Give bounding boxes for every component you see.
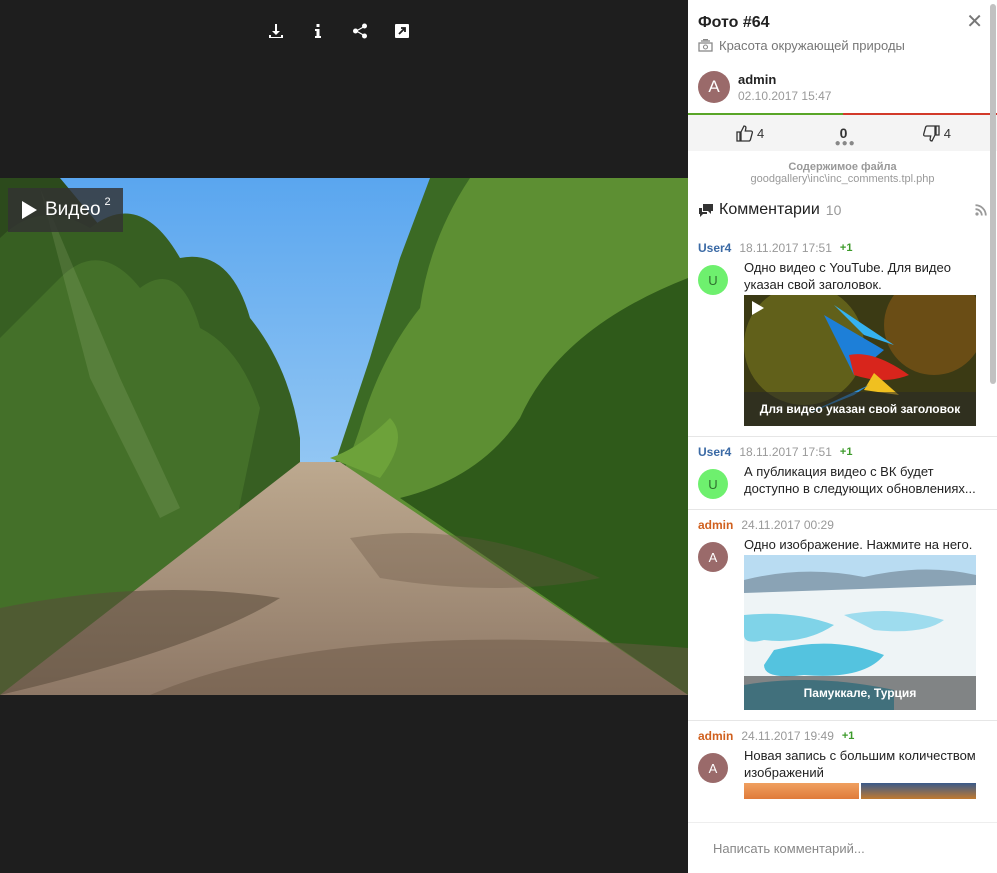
like-button[interactable]: 4: [736, 124, 765, 142]
author-name[interactable]: admin: [738, 72, 831, 87]
comments-header: Комментарии 10: [688, 201, 997, 219]
comment-meta: User4 18.11.2017 17:51 +1: [698, 241, 987, 255]
comment-item: User4 18.11.2017 17:51 +1 U Одно видео с…: [688, 233, 997, 437]
author-block: A admin 02.10.2017 15:47: [698, 71, 987, 103]
comment-author[interactable]: admin: [698, 729, 733, 743]
comment-rating: +1: [841, 730, 855, 742]
download-button[interactable]: [268, 20, 284, 42]
comment-meta: admin 24.11.2017 00:29: [698, 518, 987, 532]
comment-text: А публикация видео с ВК будет доступно в…: [744, 464, 976, 496]
video-badge-count: 2: [104, 196, 111, 208]
avatar[interactable]: A: [698, 542, 728, 572]
comment-author[interactable]: User4: [698, 445, 731, 459]
media-caption: Для видео указан свой заголовок: [744, 392, 976, 426]
avatar[interactable]: A: [698, 71, 730, 103]
comment-text: Одно видео с YouTube. Для видео указан с…: [744, 260, 951, 292]
comment-body: U А публикация видео с ВК будет доступно…: [698, 463, 987, 499]
comment-text: Новая запись с большим количеством изобр…: [744, 748, 976, 780]
comment-date: 18.11.2017 17:51: [739, 445, 832, 459]
photo-title: Фото #64: [698, 14, 770, 31]
file-info: Содержимое файла goodgallery\inc\inc_com…: [688, 161, 997, 185]
comment-input[interactable]: [713, 840, 983, 856]
comment-rating: +1: [839, 242, 853, 254]
photo-viewer-modal: Видео 2 Фото #64 ✕ Красота окружающей пр…: [0, 0, 997, 873]
info-sidebar: Фото #64 ✕ Красота окружающей природы A …: [688, 0, 997, 873]
scrollbar[interactable]: [990, 4, 996, 384]
avatar[interactable]: U: [698, 265, 728, 295]
close-icon: ✕: [966, 11, 983, 33]
comment-body: A Новая запись с большим количеством изо…: [698, 747, 987, 799]
comments-count: 10: [825, 202, 842, 218]
avatar[interactable]: A: [698, 753, 728, 783]
more-icon: ●●●: [834, 138, 856, 149]
comment-author[interactable]: admin: [698, 518, 733, 532]
dislike-button[interactable]: 4: [922, 124, 951, 142]
fullscreen-icon: [395, 24, 409, 38]
comment-date: 24.11.2017 19:49: [741, 729, 834, 743]
media-caption: Памуккале, Турция: [744, 676, 976, 710]
video-badge-label: Видео: [45, 199, 101, 220]
comments-list: User4 18.11.2017 17:51 +1 U Одно видео с…: [688, 233, 997, 809]
comment-date: 24.11.2017 00:29: [741, 518, 834, 532]
like-ratio-bar: [688, 113, 843, 115]
comment-meta: User4 18.11.2017 17:51 +1: [698, 445, 987, 459]
info-button[interactable]: [310, 20, 326, 42]
gallery-thumbnail[interactable]: [744, 783, 859, 799]
comment-image[interactable]: Памуккале, Турция: [744, 555, 976, 710]
video-badge[interactable]: Видео 2: [8, 188, 123, 232]
file-label: Содержимое файла: [788, 161, 897, 173]
rss-icon[interactable]: [975, 204, 987, 216]
album-name: Красота окружающей природы: [719, 38, 905, 53]
likes-count: 4: [757, 125, 765, 141]
votes-panel: 4 0 ●●● 4: [688, 115, 997, 151]
comment-text: Одно изображение. Нажмите на него.: [744, 537, 973, 552]
comment-body: A Одно изображение. Нажмите на него. Пам…: [698, 536, 987, 710]
score-value[interactable]: 0 ●●●: [835, 125, 855, 149]
close-button[interactable]: ✕: [966, 12, 983, 32]
album-icon: [698, 39, 713, 52]
comment-compose: [688, 822, 997, 873]
comment-author[interactable]: User4: [698, 241, 731, 255]
comment-date: 18.11.2017 17:51: [739, 241, 832, 255]
upload-date: 02.10.2017 15:47: [738, 88, 832, 103]
share-button[interactable]: [352, 20, 368, 42]
photo-header: Фото #64 ✕ Красота окружающей природы A …: [688, 0, 997, 103]
fullscreen-button[interactable]: [394, 20, 410, 42]
viewer-toolbar: [268, 20, 410, 42]
comment-rating: +1: [839, 446, 853, 458]
image-gallery: [744, 783, 978, 799]
thumbs-up-icon: [736, 124, 753, 142]
gallery-thumbnail[interactable]: [861, 783, 976, 799]
share-icon: [353, 23, 367, 39]
sidebar-scroll-area[interactable]: Фото #64 ✕ Красота окружающей природы A …: [688, 0, 997, 822]
play-icon: [752, 301, 764, 315]
main-photo: [0, 178, 688, 695]
info-icon: [315, 24, 321, 38]
viewer-area: Видео 2: [0, 0, 688, 873]
comment-item: User4 18.11.2017 17:51 +1 U А публикация…: [688, 437, 997, 510]
comment-item: admin 24.11.2017 19:49 +1 A Новая запись…: [688, 721, 997, 809]
comments-title: Комментарии: [719, 201, 820, 218]
play-icon: [22, 201, 37, 219]
comment-meta: admin 24.11.2017 19:49 +1: [698, 729, 987, 743]
avatar[interactable]: U: [698, 469, 728, 499]
album-link[interactable]: Красота окружающей природы: [698, 38, 987, 53]
comment-body: U Одно видео с YouTube. Для видео указан…: [698, 259, 987, 426]
rating-bar: [688, 113, 997, 115]
dislikes-count: 4: [943, 125, 951, 141]
thumbs-down-icon: [922, 124, 940, 142]
comment-video[interactable]: Для видео указан свой заголовок: [744, 295, 976, 426]
comments-icon: [699, 204, 713, 217]
download-icon: [269, 24, 283, 38]
file-path: goodgallery\inc\inc_comments.tpl.php: [750, 173, 935, 185]
comment-item: admin 24.11.2017 00:29 A Одно изображени…: [688, 510, 997, 721]
dislike-ratio-bar: [843, 113, 997, 115]
